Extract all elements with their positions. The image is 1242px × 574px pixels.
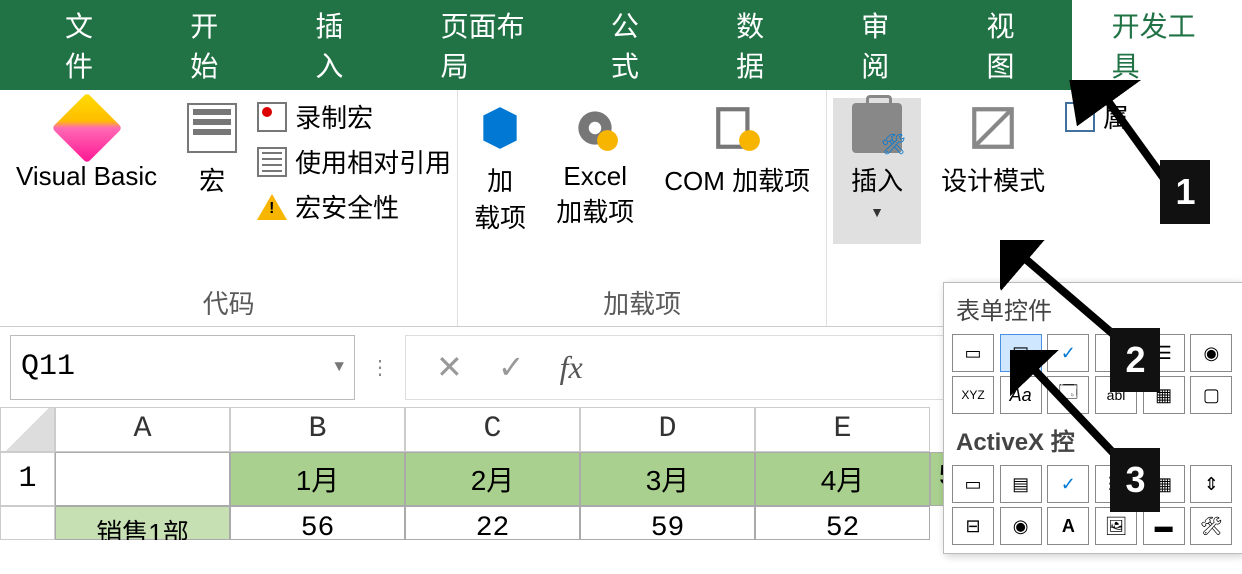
addins-label: 加 载项 [474,161,526,235]
ribbon-group-code: Visual Basic 宏 录制宏 使用相对引用 宏安全性 [0,90,458,326]
visual-basic-label: Visual Basic [16,161,157,192]
tab-file[interactable]: 文件 [25,0,150,90]
macro-security-label: 宏安全性 [295,188,399,225]
visual-basic-button[interactable]: Visual Basic [6,98,167,197]
label-form-control[interactable]: XYZ [952,376,994,414]
annotation-marker-2: 2 [1110,328,1160,392]
column-header-e[interactable]: E [755,407,930,452]
macros-icon [187,103,237,153]
tab-insert[interactable]: 插入 [275,0,400,90]
annotation-marker-1: 1 [1160,160,1210,224]
chevron-down-icon: ▼ [870,204,884,220]
tab-view[interactable]: 视图 [946,0,1071,90]
relative-reference-button[interactable]: 使用相对引用 [257,143,451,180]
cell-c2[interactable]: 22 [405,506,580,540]
cell-a1[interactable] [55,452,230,506]
tab-home[interactable]: 开始 [150,0,275,90]
excel-addins-label: Excel 加载项 [556,161,634,229]
cell-b1[interactable]: 1月 [230,452,405,506]
cell-e2[interactable]: 52 [755,506,930,540]
record-macro-label: 录制宏 [295,98,373,135]
cell-d1[interactable]: 3月 [580,452,755,506]
toggle-activex[interactable]: ▬ [1143,507,1185,545]
ribbon-tab-bar: 文件 开始 插入 页面布局 公式 数据 审阅 视图 开发工具 [0,0,1242,90]
spin-activex[interactable]: ⊟ [952,507,994,545]
more-activex[interactable]: 🛠 [1190,507,1232,545]
com-addins-label: COM 加载项 [664,161,810,198]
name-box-value: Q11 [21,350,75,384]
column-header-b[interactable]: B [230,407,405,452]
button-activex[interactable]: ▭ [952,465,994,503]
excel-addins-button[interactable]: Excel 加载项 [546,98,644,234]
record-macro-button[interactable]: 录制宏 [257,98,451,135]
image-activex[interactable]: 🖼 [1095,507,1137,545]
excel-addins-icon [570,103,620,153]
column-header-c[interactable]: C [405,407,580,452]
checkbox-activex[interactable]: ✓ [1047,465,1089,503]
insert-control-label: 插入 [851,161,903,198]
tab-formulas[interactable]: 公式 [571,0,696,90]
column-header-a[interactable]: A [55,407,230,452]
name-box[interactable]: Q11 ▼ [10,335,355,400]
relative-reference-icon [257,147,287,177]
visual-basic-icon [51,93,122,164]
option-form-control[interactable]: ◉ [1190,334,1232,372]
enter-icon[interactable]: ✓ [498,348,525,386]
code-group-label: 代码 [203,284,255,321]
option-activex[interactable]: ◉ [1000,507,1042,545]
cell-e1[interactable]: 4月 [755,452,930,506]
annotation-marker-3: 3 [1110,448,1160,512]
button-form-control[interactable]: ▭ [952,334,994,372]
addins-group-label: 加载项 [603,284,681,321]
macros-label: 宏 [199,161,225,198]
cell-b2[interactable]: 56 [230,506,405,540]
label-activex[interactable]: A [1047,507,1089,545]
fx-button[interactable]: fx [560,349,583,386]
tab-developer[interactable]: 开发工具 [1072,0,1242,90]
addins-icon [475,103,525,153]
briefcase-icon [852,103,902,153]
tab-page-layout[interactable]: 页面布局 [401,0,571,90]
relative-reference-label: 使用相对引用 [295,143,451,180]
warning-icon [257,194,287,220]
column-header-d[interactable]: D [580,407,755,452]
select-all-corner[interactable] [0,407,55,452]
macros-button[interactable]: 宏 [177,98,247,203]
chevron-down-icon[interactable]: ▼ [334,358,344,376]
com-addins-icon [712,103,762,153]
frame-form-control[interactable]: ▢ [1190,376,1232,414]
activex-controls-grid: ▭ ▤ ✓ ☰ ▦ ⇕ ⊟ ◉ A 🖼 ▬ 🛠 [948,461,1238,549]
cell-c1[interactable]: 2月 [405,452,580,506]
annotation-arrow-1 [1005,80,1175,200]
com-addins-button[interactable]: COM 加载项 [654,98,820,203]
insert-control-button[interactable]: 插入 ▼ [833,98,921,244]
row-header-2[interactable] [0,506,55,540]
row-header-1[interactable]: 1 [0,452,55,506]
tab-review[interactable]: 审阅 [821,0,946,90]
cancel-icon[interactable]: ✕ [436,348,463,386]
formula-bar-separator: ⋮ [365,355,395,380]
cell-d2[interactable]: 59 [580,506,755,540]
cell-a2[interactable]: 销售1部 [55,506,230,540]
ribbon-group-addins: 加 载项 Excel 加载项 COM 加载项 加载项 [458,90,827,326]
combo-activex[interactable]: ▤ [1000,465,1042,503]
record-macro-icon [257,102,287,132]
scroll-activex[interactable]: ⇕ [1190,465,1232,503]
macro-security-button[interactable]: 宏安全性 [257,188,451,225]
addins-button[interactable]: 加 载项 [464,98,536,240]
tab-data[interactable]: 数据 [696,0,821,90]
